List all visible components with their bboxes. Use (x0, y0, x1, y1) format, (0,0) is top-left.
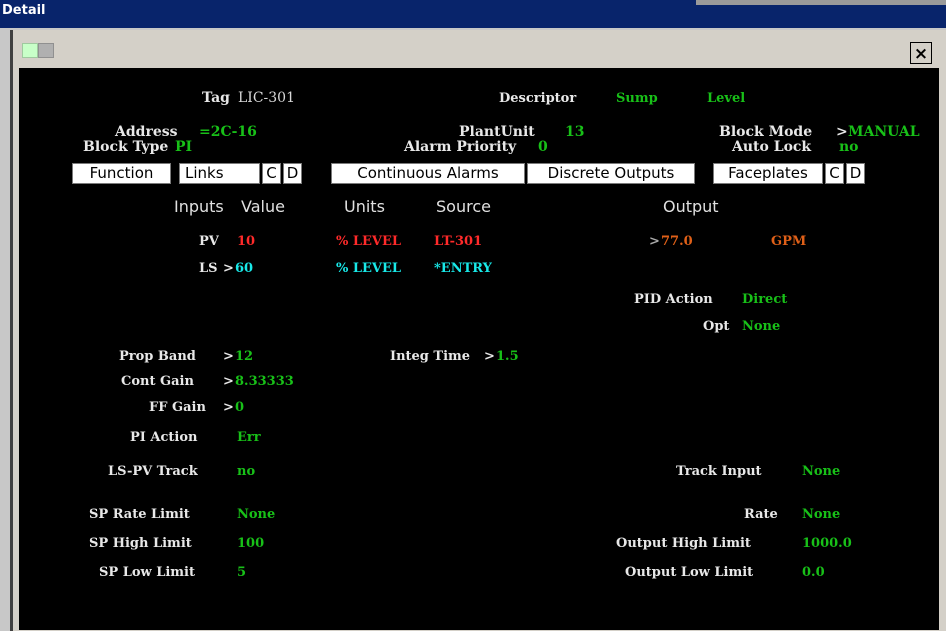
sp-high-limit-label: SP High Limit (89, 536, 192, 551)
pid-action-value: Direct (742, 292, 788, 307)
tab-continuous-alarms[interactable]: Continuous Alarms (330, 162, 526, 185)
descriptor-value-1: Sump (616, 91, 658, 106)
tab-faceplates[interactable]: Faceplates (712, 162, 824, 185)
window-title: Detail (2, 3, 46, 18)
integ-time-value[interactable]: 1.5 (496, 349, 519, 365)
plant-unit-value: 13 (565, 124, 585, 140)
prop-band-value[interactable]: 12 (235, 349, 253, 365)
auto-lock-label: Auto Lock (732, 139, 812, 155)
close-button[interactable]: × (910, 42, 932, 64)
descriptor-value-2: Level (707, 91, 746, 106)
column-source: Source (436, 197, 491, 216)
output-low-limit-value: 0.0 (802, 565, 825, 580)
ls-value[interactable]: 60 (235, 261, 253, 277)
pv-units: % LEVEL (336, 234, 402, 249)
output-arrow: > (649, 234, 660, 249)
opt-value: None (742, 319, 781, 334)
tab-function[interactable]: Function (71, 162, 172, 185)
ls-arrow: > (223, 261, 234, 276)
block-type-value: PI (175, 139, 193, 155)
title-bar-strip (696, 0, 946, 5)
alarm-priority-value: 0 (538, 139, 548, 155)
column-units: Units (344, 197, 385, 216)
block-type-label: Block Type (83, 139, 169, 155)
auto-lock-value: no (839, 139, 859, 155)
block-mode-value[interactable]: MANUAL (848, 124, 920, 140)
column-value: Value (241, 197, 285, 216)
ff-gain-label: FF Gain (149, 400, 206, 415)
pid-action-label: PID Action (634, 292, 713, 307)
pv-value: 10 (237, 234, 256, 249)
output-high-limit-value: 1000.0 (802, 536, 852, 551)
descriptor-label: Descriptor (499, 91, 577, 106)
block-mode-arrow: > (836, 124, 848, 140)
detail-panel: Tag LIC-301 Descriptor Sump Level Addres… (19, 68, 939, 630)
tab-links-d[interactable]: D (282, 162, 303, 185)
block-mode-label: Block Mode (719, 124, 813, 140)
output-low-limit-label: Output Low Limit (625, 565, 754, 580)
pi-action-value: Err (237, 430, 261, 445)
rate-label: Rate (744, 507, 778, 522)
tab-links[interactable]: Links (178, 162, 261, 185)
ls-label: LS (199, 261, 218, 276)
minimize-icon[interactable] (38, 43, 54, 58)
integ-time-arrow: > (484, 349, 495, 364)
tab-faceplates-c[interactable]: C (824, 162, 845, 185)
cont-gain-value[interactable]: 8.33333 (235, 374, 294, 390)
integ-time-label: Integ Time (390, 349, 471, 364)
address-label: Address (115, 124, 178, 140)
opt-label: Opt (703, 319, 730, 334)
tag-label: Tag (202, 90, 230, 106)
ls-pv-track-label: LS-PV Track (108, 464, 198, 479)
cont-gain-label: Cont Gain (121, 374, 194, 389)
cont-gain-arrow: > (223, 374, 234, 389)
pi-action-label: PI Action (130, 430, 198, 445)
column-output: Output (663, 197, 719, 216)
ls-units: % LEVEL (336, 261, 402, 276)
track-input-label: Track Input (676, 464, 762, 479)
tab-links-c[interactable]: C (261, 162, 282, 185)
window-left-border (10, 30, 13, 631)
output-value[interactable]: 77.0 (661, 234, 693, 250)
output-units: GPM (771, 234, 807, 249)
alarm-priority-label: Alarm Priority (404, 139, 517, 155)
tab-discrete-outputs[interactable]: Discrete Outputs (526, 162, 696, 185)
prop-band-arrow: > (223, 349, 234, 364)
title-bar[interactable]: Detail (0, 0, 946, 28)
pv-source: LT-301 (434, 234, 483, 249)
ls-source: *ENTRY (434, 261, 492, 276)
ls-pv-track-value: no (237, 464, 256, 479)
plant-unit-label: PlantUnit (459, 124, 535, 140)
pv-label: PV (199, 234, 219, 249)
track-input-value: None (802, 464, 841, 479)
rate-value: None (802, 507, 841, 522)
sp-rate-limit-label: SP Rate Limit (89, 507, 190, 522)
ff-gain-value[interactable]: 0 (235, 400, 244, 416)
prop-band-label: Prop Band (119, 349, 196, 364)
ff-gain-arrow: > (223, 400, 234, 415)
sp-low-limit-value: 5 (237, 565, 247, 580)
tag-value: LIC-301 (238, 90, 295, 106)
sp-high-limit-value: 100 (237, 536, 265, 551)
column-inputs: Inputs (174, 197, 224, 216)
restore-icon[interactable] (22, 43, 38, 58)
address-value: =2C-16 (199, 124, 257, 140)
sp-low-limit-label: SP Low Limit (99, 565, 195, 580)
output-high-limit-label: Output High Limit (616, 536, 751, 551)
sp-rate-limit-value: None (237, 507, 276, 522)
tab-faceplates-d[interactable]: D (845, 162, 866, 185)
